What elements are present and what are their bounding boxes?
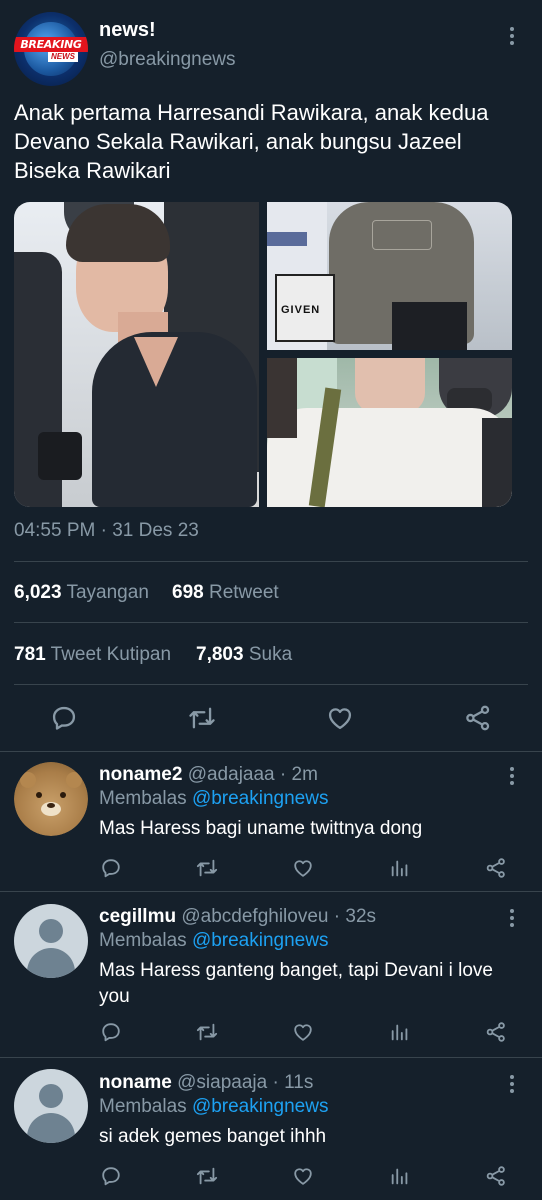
replying-to-link[interactable]: @breakingnews (192, 1096, 329, 1117)
tweet-media-grid: GIVEN (14, 202, 512, 507)
retweets-stat[interactable]: 698 Retweet (172, 582, 279, 604)
reply-author-name: noname2 (99, 764, 183, 785)
likes-count: 7,803 (196, 644, 244, 665)
replying-label: Membalas (99, 788, 187, 809)
reply-author-name: noname (99, 1072, 172, 1093)
default-avatar[interactable] (14, 1069, 88, 1143)
default-avatar[interactable] (14, 904, 88, 978)
views-stat[interactable]: 6,023 Tayangan (14, 582, 149, 604)
reply-author[interactable]: noname2 @adajaaa · 2m (99, 764, 318, 786)
likes-stat[interactable]: 7,803 Suka (196, 644, 292, 666)
avatar-body (27, 1113, 75, 1143)
replying-to: Membalas @breakingnews (99, 1096, 328, 1118)
reply-tweet[interactable]: noname @siapaaja · 11s Membalas @breakin… (0, 1058, 542, 1200)
avatar-logo-text-bottom: NEWS (48, 52, 78, 62)
replying-to-link[interactable]: @breakingnews (192, 930, 329, 951)
more-options-icon[interactable] (507, 27, 517, 45)
quotes-label: Tweet Kutipan (50, 644, 172, 665)
replying-to: Membalas @breakingnews (99, 930, 328, 952)
retweets-label: Retweet (208, 582, 279, 603)
avatar-body (27, 948, 75, 978)
divider (14, 561, 528, 562)
likes-label: Suka (248, 644, 293, 665)
reply-icon[interactable] (99, 1020, 123, 1044)
quotes-count: 781 (14, 644, 46, 665)
tweet-text: Anak pertama Harresandi Rawikara, anak k… (14, 100, 489, 183)
reply-author[interactable]: cegillmu @abcdefghiloveu · 32s (99, 906, 376, 928)
reply-time: · 2m (279, 764, 318, 785)
reply-author[interactable]: noname @siapaaja · 11s (99, 1072, 313, 1094)
share-icon[interactable] (484, 1020, 508, 1044)
share-icon[interactable] (484, 1164, 508, 1188)
views-count: 6,023 (14, 582, 62, 603)
retweet-icon[interactable] (194, 856, 220, 880)
more-options-icon[interactable] (507, 767, 517, 785)
like-icon[interactable] (291, 1020, 315, 1044)
tweet-image-2[interactable]: GIVEN (267, 202, 512, 350)
author-name[interactable]: news! (99, 19, 156, 42)
replying-to: Membalas @breakingnews (99, 788, 328, 810)
reply-icon[interactable] (48, 702, 80, 734)
reply-author-handle: @abcdefghiloveu (181, 906, 329, 927)
more-options-icon[interactable] (507, 1075, 517, 1093)
tweet-image-1[interactable] (14, 202, 259, 507)
retweets-count: 698 (172, 582, 204, 603)
avatar-head (39, 919, 63, 943)
author-handle[interactable]: @breakingnews (99, 49, 236, 71)
divider (14, 684, 528, 685)
like-icon[interactable] (324, 702, 356, 734)
replying-label: Membalas (99, 930, 187, 951)
retweet-icon[interactable] (186, 702, 218, 734)
reply-author-handle: @adajaaa (187, 764, 275, 785)
share-icon[interactable] (462, 702, 494, 734)
bear-avatar[interactable] (14, 762, 88, 836)
like-icon[interactable] (291, 1164, 315, 1188)
replying-label: Membalas (99, 1096, 187, 1117)
reply-tweet[interactable]: cegillmu @abcdefghiloveu · 32s Membalas … (0, 892, 542, 1056)
analytics-icon[interactable] (388, 856, 412, 880)
quotes-stat[interactable]: 781 Tweet Kutipan (14, 644, 171, 666)
tweet-image-3[interactable] (267, 358, 512, 507)
reply-text: Mas Haress ganteng banget, tapi Devani i… (99, 960, 493, 1007)
reply-time: · 32s (333, 906, 377, 927)
more-options-icon[interactable] (507, 909, 517, 927)
reply-author-handle: @siapaaja (177, 1072, 268, 1093)
views-label: Tayangan (66, 582, 149, 603)
reply-icon[interactable] (99, 856, 123, 880)
analytics-icon[interactable] (388, 1164, 412, 1188)
retweet-icon[interactable] (194, 1020, 220, 1044)
reply-text: Mas Haress bagi uname twittnya dong (99, 818, 423, 839)
reply-icon[interactable] (99, 1164, 123, 1188)
like-icon[interactable] (291, 856, 315, 880)
share-icon[interactable] (484, 856, 508, 880)
reply-tweet[interactable]: noname2 @adajaaa · 2m Membalas @breaking… (0, 752, 542, 890)
avatar-head (39, 1084, 63, 1108)
reply-author-name: cegillmu (99, 906, 177, 927)
analytics-icon[interactable] (388, 1020, 412, 1044)
tweet-timestamp[interactable]: 04:55 PM · 31 Des 23 (14, 520, 199, 542)
reply-time: · 11s (272, 1072, 314, 1093)
avatar-logo-text-top: BREAKING (14, 37, 88, 52)
bag-print-text: GIVEN (281, 304, 321, 316)
breaking-news-avatar[interactable]: BREAKING NEWS (14, 12, 88, 86)
reply-text: si adek gemes banget ihhh (99, 1126, 327, 1147)
retweet-icon[interactable] (194, 1164, 220, 1188)
divider (14, 622, 528, 623)
replying-to-link[interactable]: @breakingnews (192, 788, 329, 809)
